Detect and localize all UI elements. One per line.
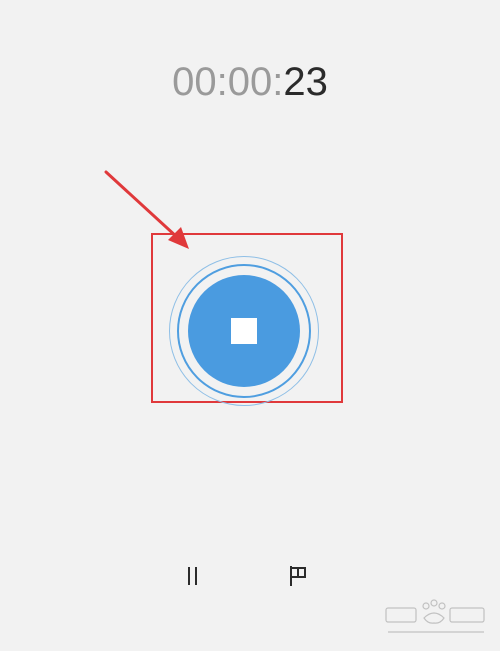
watermark-logo-icon xyxy=(385,599,485,633)
pause-button[interactable] xyxy=(180,563,206,589)
add-marker-button[interactable] xyxy=(285,563,311,589)
elapsed-time: 00:00:23 xyxy=(0,58,500,106)
elapsed-time-seconds: 23 xyxy=(283,60,328,104)
stop-icon xyxy=(231,318,257,344)
stop-recording-button[interactable] xyxy=(188,275,300,387)
pause-icon xyxy=(188,567,197,585)
elapsed-time-prefix: 00:00: xyxy=(172,60,284,104)
flag-icon xyxy=(290,566,306,586)
